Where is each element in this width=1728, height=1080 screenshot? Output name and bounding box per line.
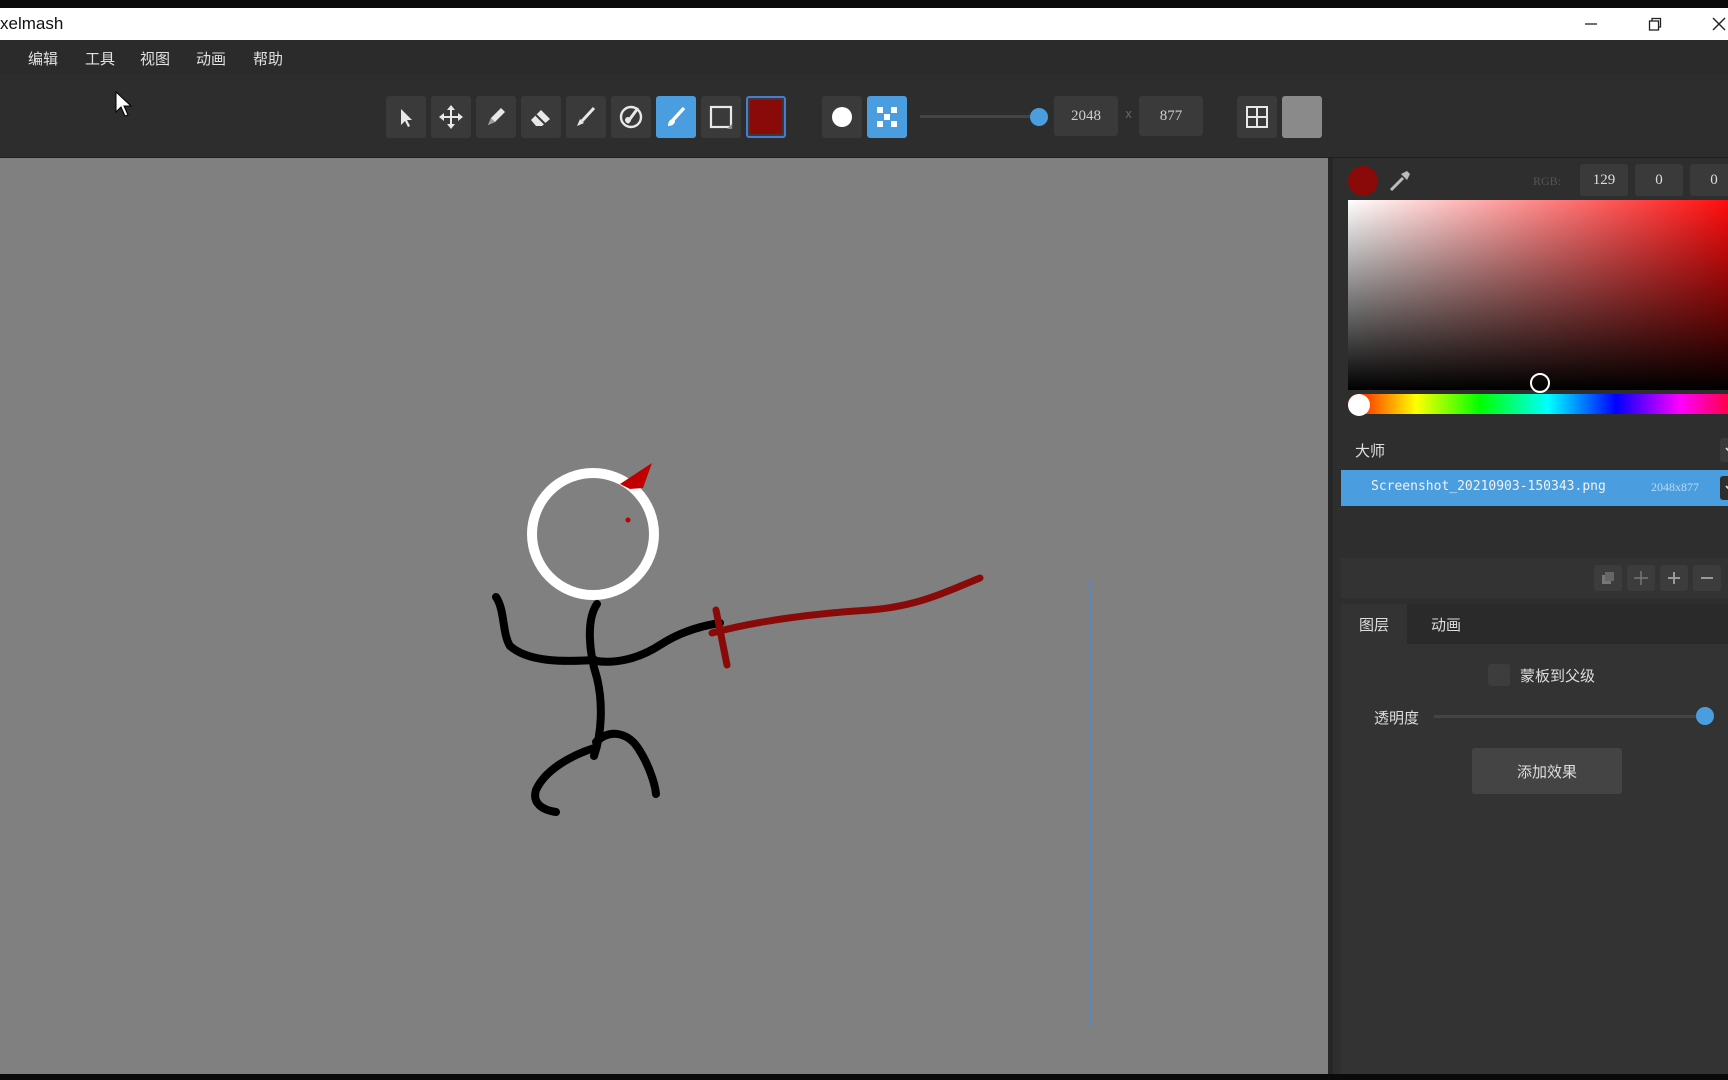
stick-figure-left-arm xyxy=(492,593,599,665)
mask-to-parent-label: 蒙板到父级 xyxy=(1520,667,1596,685)
rgb-label: RGB: xyxy=(1533,174,1562,188)
layer-chevron[interactable] xyxy=(1720,476,1728,500)
close-icon xyxy=(1712,17,1726,31)
drawing xyxy=(492,463,984,816)
menu-animation[interactable]: 动画 xyxy=(196,48,226,69)
add-layer-button[interactable] xyxy=(1660,565,1688,591)
move-layer-button[interactable] xyxy=(1627,565,1655,591)
brush-icon xyxy=(577,106,596,126)
move-tool-button[interactable] xyxy=(431,96,471,138)
paint-brush-tool-button[interactable] xyxy=(656,96,696,138)
red-input[interactable]: 129 xyxy=(1580,164,1628,196)
size-separator: x xyxy=(1125,107,1133,121)
sword-blade xyxy=(708,574,984,637)
eraser-tool-button[interactable] xyxy=(521,96,561,138)
layer-group-chevron[interactable] xyxy=(1720,438,1728,462)
layer-group-label: 大师 xyxy=(1355,442,1386,460)
select-tool-button[interactable] xyxy=(386,96,426,138)
saturation-value-cursor[interactable] xyxy=(1530,373,1550,393)
hat-tip xyxy=(620,463,652,489)
menu-tools[interactable]: 工具 xyxy=(85,48,115,69)
move-icon xyxy=(439,105,463,129)
properties-tabs: 图层 动画 xyxy=(1341,604,1728,644)
current-color-swatch[interactable] xyxy=(1348,166,1378,196)
brush-size-slider-knob[interactable] xyxy=(1030,108,1048,126)
title-bar: xelmash xyxy=(0,8,1728,40)
tab-animation[interactable]: 动画 xyxy=(1413,604,1479,644)
round-brush-button[interactable] xyxy=(822,96,862,138)
canvas-width-input[interactable]: 2048 xyxy=(1054,96,1118,136)
eye-dot xyxy=(625,517,631,523)
mask-to-parent-checkbox[interactable] xyxy=(1488,664,1510,686)
opacity-label: 透明度 xyxy=(1374,709,1420,727)
move-icon xyxy=(1634,571,1648,585)
tab-layer[interactable]: 图层 xyxy=(1341,604,1408,644)
chevron-down-icon xyxy=(1725,485,1728,490)
right-panel: RGB: 129 0 0 大师 Screenshot_20210903-1503… xyxy=(1328,158,1728,1074)
remove-layer-button[interactable] xyxy=(1693,565,1721,591)
background-color-button[interactable] xyxy=(1282,96,1322,138)
chevron-down-icon xyxy=(1725,447,1728,452)
canvas-area[interactable] xyxy=(0,158,1328,1074)
eraser-icon xyxy=(531,110,550,126)
saturation-value-picker[interactable] xyxy=(1348,200,1728,390)
eyedropper-icon[interactable] xyxy=(1387,168,1413,194)
grid-icon xyxy=(1246,106,1268,128)
close-button[interactable] xyxy=(1696,8,1728,40)
add-effect-button[interactable]: 添加效果 xyxy=(1472,748,1622,794)
select-icon xyxy=(401,109,412,127)
stick-figure-left-leg xyxy=(531,744,598,816)
sword-guard xyxy=(712,606,731,669)
canvas-height-input[interactable]: 877 xyxy=(1139,96,1203,136)
window-title: xelmash xyxy=(0,14,64,33)
round-brush-icon xyxy=(832,107,852,127)
restore-icon xyxy=(1648,17,1662,31)
opacity-slider-knob[interactable] xyxy=(1696,707,1714,725)
layer-properties: 蒙板到父级 透明度 添加效果 xyxy=(1341,644,1728,1074)
grid-button[interactable] xyxy=(1237,96,1277,138)
blue-input[interactable]: 0 xyxy=(1690,164,1728,196)
brush-size-slider[interactable] xyxy=(920,115,1040,118)
minimize-button[interactable] xyxy=(1568,8,1614,40)
menu-bar: 编辑 工具 视图 动画 帮助 xyxy=(0,40,1728,74)
green-input[interactable]: 0 xyxy=(1635,164,1683,196)
layer-dims: 2048x877 xyxy=(1651,480,1699,494)
stick-figure-right-leg xyxy=(592,729,660,798)
pencil-tool-button[interactable] xyxy=(476,96,516,138)
layer-row[interactable]: Screenshot_20210903-150343.png 2048x877 xyxy=(1341,470,1728,506)
menu-edit[interactable]: 编辑 xyxy=(28,48,58,69)
minus-icon xyxy=(1701,577,1713,579)
layer-tools xyxy=(1341,558,1728,598)
stick-figure-body xyxy=(585,600,605,760)
plus-icon xyxy=(1668,572,1680,584)
color-swatch xyxy=(750,100,782,134)
pattern-brush-button[interactable] xyxy=(867,96,907,138)
restore-button[interactable] xyxy=(1632,8,1678,40)
fill-tool-button[interactable] xyxy=(611,96,651,138)
hue-slider-knob[interactable] xyxy=(1348,394,1370,416)
mouse-cursor-icon xyxy=(115,90,133,117)
rectangle-icon xyxy=(709,105,733,129)
duplicate-icon xyxy=(1602,572,1614,584)
layer-name: Screenshot_20210903-150343.png xyxy=(1371,479,1606,494)
duplicate-layer-button[interactable] xyxy=(1594,565,1622,591)
opacity-slider[interactable] xyxy=(1434,715,1704,718)
pattern-brush-icon xyxy=(877,107,897,127)
top-edge xyxy=(0,0,1728,8)
toolbar: 2048 x 877 xyxy=(0,74,1728,158)
menu-view[interactable]: 视图 xyxy=(140,48,170,69)
rectangle-tool-button[interactable] xyxy=(701,96,741,138)
brush-tool-button[interactable] xyxy=(566,96,606,138)
menu-help[interactable]: 帮助 xyxy=(253,48,283,69)
stick-figure-right-arm xyxy=(592,619,724,666)
minimize-icon xyxy=(1585,23,1597,25)
current-color-button[interactable] xyxy=(746,96,786,138)
hue-slider[interactable] xyxy=(1348,394,1728,414)
fill-icon xyxy=(619,105,643,129)
pencil-icon xyxy=(488,108,505,125)
bottom-edge xyxy=(0,1074,1728,1080)
stick-figure-head xyxy=(527,468,659,600)
paint-brush-icon xyxy=(668,106,686,126)
